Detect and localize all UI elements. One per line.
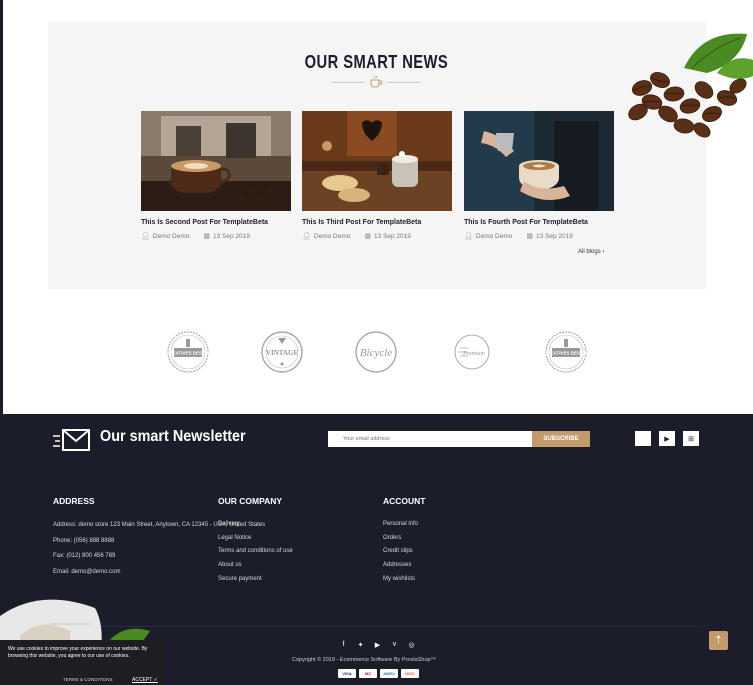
- brand-text: CREATIVES DESIGN: [166, 351, 210, 356]
- amex-icon: AMEX: [380, 669, 398, 678]
- brand-text: Premium: [462, 351, 485, 357]
- post-date: 13 Sep 2019: [536, 232, 573, 240]
- blog-post-card[interactable]: This Is Third Post For TemplateBeta 👤︎ D…: [302, 111, 452, 240]
- address-heading: ADDRESS: [53, 496, 95, 506]
- brand-logo-creatives-design[interactable]: CREATIVES DESIGN: [544, 330, 588, 374]
- brand-text: VINTAGE: [266, 349, 298, 357]
- footer-link-credit-slips[interactable]: Credit slips: [383, 548, 418, 562]
- address-line: Address: demo store 123 Main Street, Any…: [53, 522, 266, 528]
- post-thumbnail[interactable]: [302, 111, 452, 211]
- subscribe-button[interactable]: SUBSCRIBE: [532, 431, 590, 447]
- blog-post-card[interactable]: This Is Fourth Post For TemplateBeta 👤︎ …: [464, 111, 614, 240]
- footer-link-wishlists[interactable]: My wishlists: [383, 576, 418, 590]
- post-title[interactable]: This Is Second Post For TemplateBeta: [141, 219, 291, 226]
- user-icon: 👤︎: [141, 233, 150, 240]
- footer-link-terms[interactable]: Terms and conditions of use: [218, 548, 293, 562]
- brand-text: Bicycle: [360, 347, 392, 359]
- post-thumbnail[interactable]: [141, 111, 291, 211]
- cookie-accept-button[interactable]: ACCEPT ✓: [132, 677, 158, 683]
- account-heading: ACCOUNT: [383, 496, 426, 506]
- brand-logo-creatives-design[interactable]: CREATIVES DESIGN: [166, 330, 210, 374]
- instagram-icon[interactable]: ◎: [408, 641, 415, 649]
- brand-text: CREATIVES DESIGN: [544, 351, 588, 356]
- post-author: Demo Demo: [313, 232, 351, 240]
- facebook-icon[interactable]: f: [340, 641, 347, 649]
- post-meta: 👤︎ Demo Demo ▦ 13 Sep 2019: [464, 232, 614, 241]
- payment-methods: VISA MC AMEX DISC: [338, 669, 419, 678]
- youtube-icon[interactable]: ▶: [374, 641, 381, 649]
- brand-logo-bicycle[interactable]: Bicycle: [354, 330, 398, 374]
- cookie-terms-link[interactable]: TERMS & CONDITIONS: [63, 677, 113, 682]
- footer-link-personal-info[interactable]: Personal info: [383, 521, 418, 535]
- newsletter-title: Our smart Newsletter: [100, 428, 246, 445]
- post-author: Demo Demo: [475, 232, 513, 240]
- mastercard-icon: MC: [359, 669, 377, 678]
- user-icon: 👤︎: [464, 233, 473, 240]
- copyright-text: Copyright © 2019 - Ecommerce Software By…: [292, 657, 437, 663]
- cookie-message: We use cookies to improve your experienc…: [8, 646, 148, 659]
- brand-logo-premium[interactable]: Premium: [450, 330, 494, 374]
- footer-link-delivery[interactable]: Delivery: [218, 521, 293, 535]
- account-links: Personal info Orders Credit slips Addres…: [383, 521, 418, 589]
- post-meta: 👤︎ Demo Demo ▦ 13 Sep 2019: [141, 232, 291, 241]
- phone-line: Phone: (056) 888 8888: [53, 537, 115, 544]
- title-divider: [331, 75, 421, 89]
- company-heading: OUR COMPANY: [218, 496, 283, 506]
- all-blogs-link[interactable]: All blogs ›: [578, 249, 604, 255]
- post-title[interactable]: This Is Fourth Post For TemplateBeta: [464, 219, 614, 226]
- post-date: 13 Sep 2019: [374, 232, 411, 240]
- footer-link-orders[interactable]: Orders: [383, 535, 418, 549]
- post-title[interactable]: This Is Third Post For TemplateBeta: [302, 219, 452, 226]
- post-date: 13 Sep 2019: [213, 232, 250, 240]
- coffee-cup-icon: [370, 75, 383, 88]
- social-links: f ✦ ▶ v ◎: [340, 641, 415, 649]
- email-line[interactable]: Email: demo@demo.com: [53, 568, 193, 578]
- envelope-icon: [53, 429, 90, 451]
- brand-logo-vintage[interactable]: VINTAGE: [260, 330, 304, 374]
- blog-post-card[interactable]: This Is Second Post For TemplateBeta 👤︎ …: [141, 111, 291, 240]
- apple-store-icon[interactable]: [635, 431, 651, 446]
- calendar-icon: ▦: [364, 233, 371, 240]
- footer-link-secure-payment[interactable]: Secure payment: [218, 576, 293, 590]
- footer-link-about-us[interactable]: About us: [218, 562, 293, 576]
- footer-link-addresses[interactable]: Addresses: [383, 562, 418, 576]
- news-title: OUR SMART NEWS: [304, 52, 449, 72]
- scroll-to-top-button[interactable]: ⇡: [709, 631, 728, 650]
- discover-icon: DISC: [401, 669, 419, 678]
- address-list: Address: demo store 123 Main Street, Any…: [53, 521, 266, 583]
- windows-store-icon[interactable]: ⊞: [683, 431, 699, 446]
- fax-line: Fax: (012) 800 456 789: [53, 553, 116, 559]
- visa-icon: VISA: [338, 669, 356, 678]
- post-author: Demo Demo: [152, 232, 190, 240]
- post-thumbnail[interactable]: [464, 111, 614, 211]
- footer-link-legal-notice[interactable]: Legal Notice: [218, 535, 293, 549]
- vimeo-icon[interactable]: v: [391, 641, 398, 649]
- post-meta: 👤︎ Demo Demo ▦ 13 Sep 2019: [302, 232, 452, 241]
- cookie-banner: We use cookies to improve your experienc…: [0, 640, 163, 685]
- calendar-icon: ▦: [203, 233, 210, 240]
- calendar-icon: ▦: [526, 233, 533, 240]
- user-icon: 👤︎: [302, 233, 311, 240]
- google-play-icon[interactable]: ▶: [659, 431, 675, 446]
- company-links: Delivery Legal Notice Terms and conditio…: [218, 521, 293, 589]
- coffee-beans-decoration: [628, 33, 753, 138]
- newsletter-email-input[interactable]: [328, 431, 532, 447]
- twitter-icon[interactable]: ✦: [357, 641, 364, 649]
